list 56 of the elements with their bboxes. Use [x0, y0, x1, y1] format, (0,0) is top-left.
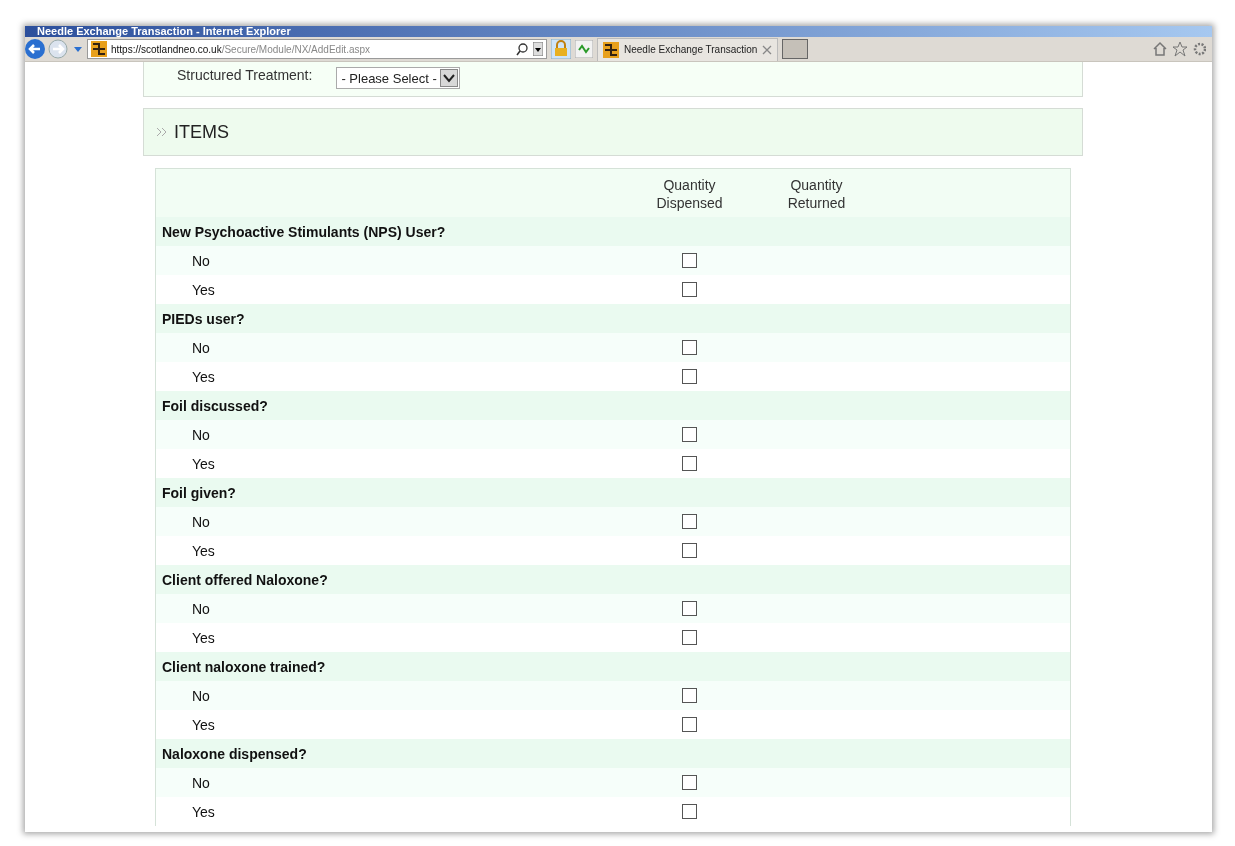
field-label: Structured Treatment: — [177, 67, 313, 83]
option-label: Yes — [192, 629, 215, 646]
question-label: Foil given? — [162, 484, 236, 501]
option-label: No — [192, 774, 210, 791]
option-label: No — [192, 513, 210, 530]
settings-icon[interactable] — [1192, 41, 1206, 57]
checkbox[interactable] — [682, 369, 697, 384]
lock-icon[interactable] — [551, 39, 571, 59]
option-label: No — [192, 426, 210, 443]
address-field[interactable]: https://scotlandneo.co.uk/Secure/Module/NX/AddEdit.aspx — [87, 39, 547, 59]
site-logo-icon — [603, 41, 619, 58]
question-label: Client offered Naloxone? — [162, 571, 328, 588]
option-label: Yes — [192, 281, 215, 298]
star-icon[interactable] — [1172, 41, 1188, 57]
checkbox[interactable] — [682, 630, 697, 645]
checkbox[interactable] — [682, 340, 697, 355]
option-label: No — [192, 600, 210, 617]
checkbox[interactable] — [682, 717, 697, 732]
dropdown-icon[interactable] — [533, 42, 543, 56]
option-label: Yes — [192, 542, 215, 559]
site-logo-icon — [91, 41, 107, 57]
checkbox[interactable] — [682, 804, 697, 819]
chevron-icon — [156, 127, 168, 137]
option-label: Yes — [192, 716, 215, 733]
option-label: Yes — [192, 803, 215, 820]
option-label: No — [192, 687, 210, 704]
checkbox[interactable] — [682, 514, 697, 529]
question-label: PIEDs user? — [162, 310, 245, 327]
new-tab-button[interactable] — [782, 39, 809, 59]
option-label: No — [192, 339, 210, 356]
select-field[interactable]: - Please Select - — [336, 67, 460, 89]
section-title: ITEMS — [174, 121, 229, 143]
question-label: Naloxone dispensed? — [162, 745, 307, 762]
question-label: New Psychoactive Stimulants (NPS) User? — [162, 223, 446, 240]
column-header: Quantity Dispensed — [655, 176, 724, 212]
browser-tab[interactable]: Needle Exchange Transaction — [597, 37, 779, 61]
column-header: Quantity Returned — [786, 176, 847, 212]
question-label: Foil discussed? — [162, 397, 268, 414]
checkbox[interactable] — [682, 775, 697, 790]
back-forward-icon[interactable] — [25, 38, 69, 60]
checkbox[interactable] — [682, 688, 697, 703]
checkbox[interactable] — [682, 427, 697, 442]
close-icon[interactable] — [762, 44, 773, 55]
home-icon[interactable] — [1152, 41, 1168, 57]
search-icon[interactable] — [515, 42, 529, 56]
checkbox[interactable] — [682, 253, 697, 268]
checkbox[interactable] — [682, 282, 697, 297]
window-title: Needle Exchange Transaction - Internet Explorer — [37, 26, 291, 37]
checkbox[interactable] — [682, 543, 697, 558]
checkbox[interactable] — [682, 601, 697, 616]
question-label: Client naloxone trained? — [162, 658, 326, 675]
option-label: Yes — [192, 368, 215, 385]
dropdown-icon — [439, 69, 458, 87]
option-label: Yes — [192, 455, 215, 472]
option-label: No — [192, 252, 210, 269]
checkbox[interactable] — [682, 456, 697, 471]
